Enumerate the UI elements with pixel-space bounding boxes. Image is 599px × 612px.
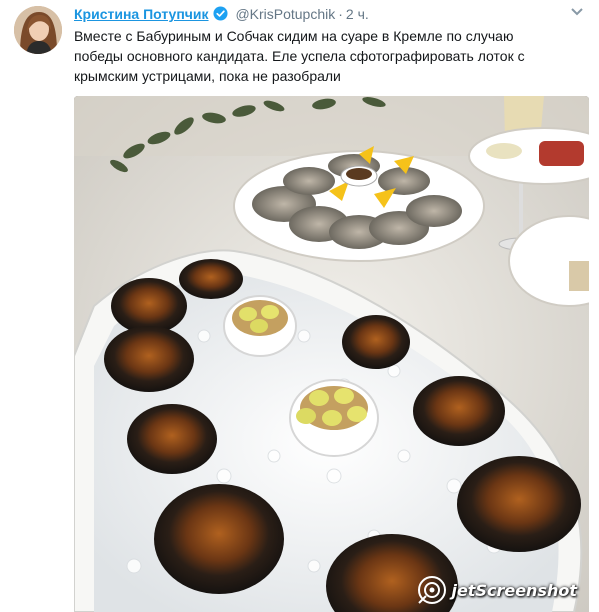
chevron-down-icon[interactable] bbox=[569, 6, 585, 20]
verified-badge-icon bbox=[213, 6, 228, 26]
display-name-link[interactable]: Кристина Потупчик bbox=[74, 6, 209, 22]
watermark-text: jetScreenshot bbox=[451, 580, 577, 600]
tweet-timestamp[interactable]: 2 ч. bbox=[346, 6, 369, 22]
jetscreenshot-logo-icon bbox=[417, 575, 447, 605]
tweet-header: Кристина Потупчик @KrisPotupchik · 2 ч. bbox=[74, 4, 585, 24]
tweet-photo[interactable]: jetScreenshot bbox=[74, 96, 589, 612]
seafood-platter-photo bbox=[74, 96, 589, 612]
user-handle[interactable]: @KrisPotupchik bbox=[235, 6, 335, 22]
avatar[interactable] bbox=[14, 6, 62, 54]
watermark: jetScreenshot bbox=[417, 572, 577, 608]
separator-dot: · bbox=[338, 6, 343, 22]
tweet-text: Вместе с Бабуриным и Собчак сидим на суа… bbox=[74, 28, 525, 84]
avatar-image bbox=[14, 6, 62, 54]
